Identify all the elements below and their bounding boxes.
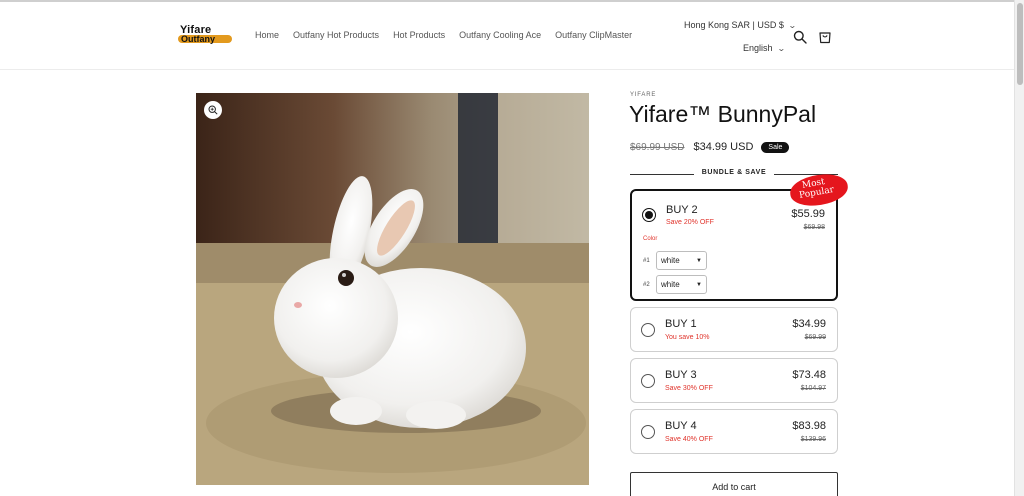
bundle-option-buy-3[interactable]: BUY 3 Save 30% OFF $73.48 $104.97 [630,358,838,403]
zoom-in-icon [208,105,218,115]
most-popular-badge: Most Popular [788,171,850,209]
variant-row: #1 white ▼ [643,251,707,270]
option-compare-price: $104.97 [800,385,826,392]
store-logo[interactable]: Yifare Outfany [178,24,234,48]
radio-button[interactable] [641,323,655,337]
option-price: $55.99 [791,208,825,220]
compare-price: $69.99 USD [630,141,685,153]
add-to-cart-button[interactable]: Add to cart [630,472,838,496]
option-compare-price: $139.96 [800,436,826,443]
caret-down-icon: ▼ [696,257,702,264]
caret-down-icon: ▼ [696,281,702,288]
cart-icon[interactable] [818,29,832,44]
radio-button[interactable] [642,208,656,222]
nav-hot-products[interactable]: Hot Products [393,30,445,40]
nav-outfany-cooling-ace[interactable]: Outfany Cooling Ace [459,30,541,40]
bundle-option-buy-2[interactable]: BUY 2 Save 20% OFF $55.99 $69.98 Color #… [630,189,838,301]
nav-outfany-hot-products[interactable]: Outfany Hot Products [293,30,379,40]
site-header: Yifare Outfany Home Outfany Hot Products… [0,2,1014,70]
color-label: Color [643,236,658,242]
main-nav: Home Outfany Hot Products Hot Products O… [255,30,632,40]
option-compare-price: $69.99 [804,334,826,341]
color-select[interactable]: white ▼ [656,275,707,294]
sale-badge: Sale [761,141,790,153]
product-image[interactable] [196,93,589,485]
product-title: Yifare™ BunnyPal [629,101,817,127]
color-select-value: white [661,256,680,265]
option-savings: You save 10% [665,334,710,341]
radio-button[interactable] [641,374,655,388]
color-select[interactable]: white ▼ [656,251,707,270]
bundle-option-buy-1[interactable]: BUY 1 You save 10% $34.99 $69.99 [630,307,838,352]
variant-row: #2 white ▼ [643,275,707,294]
option-compare-price: $69.98 [803,224,825,231]
page-scrollbar[interactable] [1014,0,1024,496]
nav-outfany-clipmaster[interactable]: Outfany ClipMaster [555,30,632,40]
bundle-option-buy-4[interactable]: BUY 4 Save 40% OFF $83.98 $139.96 [630,409,838,454]
zoom-button[interactable] [204,101,222,119]
option-label: BUY 3 [665,369,697,381]
scrollbar-thumb[interactable] [1017,3,1023,85]
country-selector[interactable]: Hong Kong SAR | USD $ ⌄ [684,20,797,30]
variant-number: #2 [643,281,650,288]
language-label: English [743,43,773,53]
price-row: $69.99 USD $34.99 USD Sale [630,141,790,153]
option-savings: Save 40% OFF [665,436,713,443]
language-selector[interactable]: English ⌄ [743,43,786,53]
radio-button[interactable] [641,425,655,439]
logo-line2: Outfany [181,34,216,44]
nav-home[interactable]: Home [255,30,279,40]
search-icon[interactable] [793,30,807,44]
option-price: $73.48 [792,369,826,381]
option-price: $83.98 [792,420,826,432]
chevron-down-icon: ⌄ [787,21,797,30]
sale-price: $34.99 USD [693,141,754,153]
option-label: BUY 2 [666,204,698,216]
country-label: Hong Kong SAR | USD $ [684,20,784,30]
product-vendor: YIFARE [630,92,657,98]
bunny-photo [196,93,589,485]
option-savings: Save 20% OFF [666,219,714,226]
option-label: BUY 1 [665,318,697,330]
option-label: BUY 4 [665,420,697,432]
option-savings: Save 30% OFF [665,385,713,392]
chevron-down-icon: ⌄ [776,44,786,53]
color-select-value: white [661,280,680,289]
option-price: $34.99 [792,318,826,330]
variant-number: #1 [643,257,650,264]
